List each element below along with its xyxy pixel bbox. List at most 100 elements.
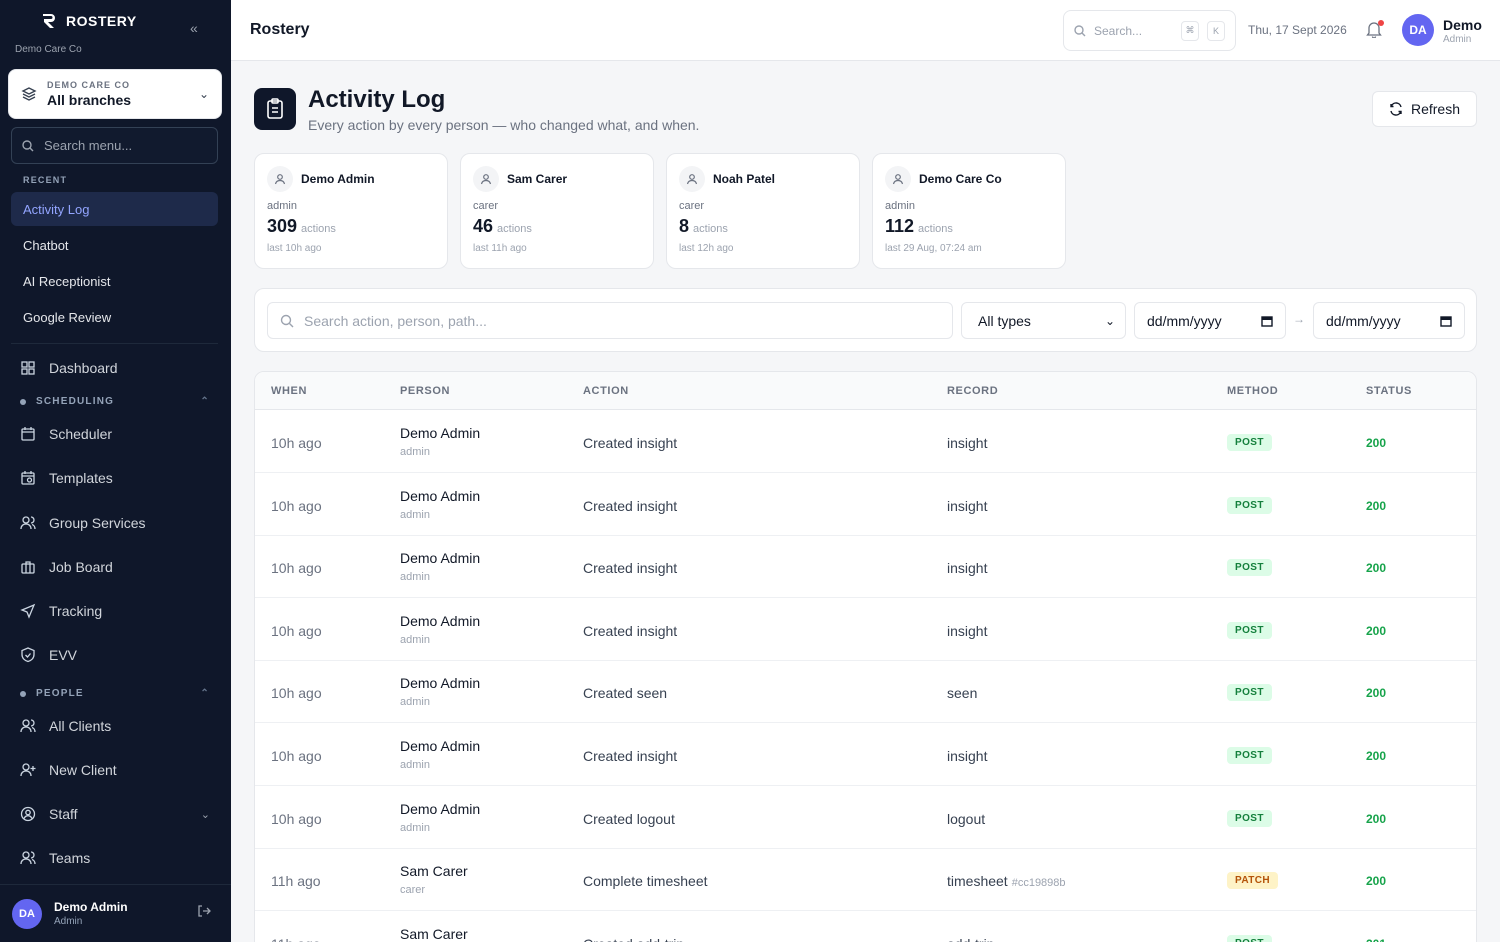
person-card-count: 46 [473, 216, 494, 236]
nav-new-client[interactable]: New Client [11, 752, 218, 788]
table-row[interactable]: 10h ago Demo Admin admin Created insight ins… [255, 410, 1476, 473]
table-header: WHEN PERSON ACTION RECORD METHOD STATUS [255, 372, 1476, 410]
status-code: 200 [1366, 623, 1387, 638]
kbd-cmd: ⌘ [1181, 20, 1199, 41]
row-action: Created insight [583, 435, 678, 451]
row-person: Demo Admin admin [400, 738, 480, 771]
page-subtitle: Every action by every person — who chang… [308, 117, 700, 133]
navigation-icon [19, 602, 37, 620]
nav-staff-label: Staff [49, 806, 78, 822]
menu-search-placeholder: Search menu... [44, 138, 133, 153]
column-header-record[interactable]: RECORD [947, 385, 998, 397]
row-person-role: carer [400, 884, 426, 897]
row-person-name: Sam Carer [400, 863, 468, 880]
notifications-button[interactable] [1366, 20, 1384, 43]
activity-search-input[interactable]: Search action, person, path... [267, 302, 953, 339]
table-row[interactable]: 10h ago Demo Admin admin Created insight ins… [255, 598, 1476, 661]
row-person-name: Sam Carer [400, 925, 468, 942]
chevron-down-icon: ⌄ [198, 87, 209, 101]
nav-group-services[interactable]: Group Services [11, 505, 218, 541]
row-record-name: add-trip [947, 936, 994, 942]
recent-item-ai-receptionist[interactable]: AI Receptionist [11, 264, 218, 298]
method-badge: POST [1227, 621, 1272, 639]
person-card[interactable]: Demo Admin admin 309 actions last 10h ago [254, 153, 448, 269]
person-card[interactable]: Demo Care Co admin 112 actions last 29 Au… [872, 153, 1066, 269]
table-row[interactable]: 10h ago Demo Admin admin Created insight ins… [255, 473, 1476, 536]
global-search-input[interactable]: Search... ⌘ K [1063, 10, 1236, 51]
table-row[interactable]: 11h ago Sam Carercarer Created add-trip add… [255, 911, 1476, 942]
nav-dashboard-label: Dashboard [49, 360, 118, 376]
users-icon [19, 717, 37, 735]
user-icon [679, 166, 705, 192]
people-group-header[interactable]: PEOPLE ⌃ [20, 688, 210, 699]
nav-dashboard[interactable]: Dashboard [11, 350, 218, 386]
sidebar-user[interactable]: DA Demo Admin Admin [0, 884, 231, 942]
row-record-name: insight [947, 622, 988, 639]
nav-teams[interactable]: Teams [11, 840, 218, 876]
user-circle-icon [19, 805, 37, 823]
column-header-status[interactable]: STATUS [1366, 385, 1412, 397]
recent-item-google-review[interactable]: Google Review [11, 300, 218, 334]
refresh-icon [1390, 102, 1402, 116]
status-code: 200 [1366, 561, 1387, 576]
user-menu[interactable]: Demo Admin [1443, 17, 1482, 45]
refresh-button[interactable]: Refresh [1372, 91, 1477, 127]
collapse-sidebar-icon[interactable]: « [190, 20, 198, 36]
calendar-icon [19, 425, 37, 443]
branch-org: DEMO CARE CO [47, 80, 131, 90]
column-header-when[interactable]: WHEN [271, 385, 307, 397]
sidebar-user-role: Admin [54, 916, 83, 927]
person-card-role: carer [473, 200, 499, 212]
logout-icon[interactable] [197, 904, 211, 923]
nav-templates[interactable]: Templates [11, 460, 218, 496]
table-row[interactable]: 10h ago Demo Admin admin Created seen seen PO… [255, 660, 1476, 724]
scheduling-group-header[interactable]: SCHEDULING ⌃ [20, 396, 210, 407]
column-header-person[interactable]: PERSON [400, 385, 450, 397]
row-action: Created add-trip [583, 936, 684, 942]
clipboard-icon [254, 88, 296, 130]
table-row[interactable]: 10h ago Demo Admin admin Created logout logo… [255, 786, 1476, 849]
avatar[interactable]: DA [1402, 14, 1434, 46]
table-row[interactable]: 10h ago Demo Admin admin Created insight ins… [255, 723, 1476, 786]
recent-item-chatbot[interactable]: Chatbot [11, 228, 218, 262]
person-card[interactable]: Noah Patel carer 8 actions last 12h ago [666, 153, 860, 269]
table-row[interactable]: 11h ago Sam Carer carer Complete timesheet t… [255, 848, 1476, 912]
date-to-input[interactable]: dd/mm/yyyy [1313, 302, 1465, 339]
recent-item-activity-log[interactable]: Activity Log [11, 192, 218, 226]
menu-search-input[interactable]: Search menu... [11, 127, 218, 164]
nav-staff[interactable]: Staff ⌄ [11, 796, 218, 832]
person-card-count: 8 [679, 216, 690, 236]
nav-job-board[interactable]: Job Board [11, 549, 218, 585]
branch-selector[interactable]: DEMO CARE CO All branches ⌄ [8, 69, 222, 119]
row-person: Demo Admin admin [400, 488, 480, 521]
row-person: Demo Admin admin [400, 675, 480, 708]
brand[interactable]: ROSTERY [40, 12, 137, 30]
person-card-name: Demo Admin [301, 172, 375, 186]
group-dot-icon [20, 398, 26, 405]
column-header-action[interactable]: ACTION [583, 385, 629, 397]
row-when: 10h ago [271, 685, 322, 702]
row-when: 10h ago [271, 748, 322, 764]
type-select[interactable]: All types ⌄ [961, 302, 1126, 339]
row-record: insight [947, 498, 991, 514]
app-title: Rostery [250, 21, 310, 38]
row-record: insight [947, 435, 991, 451]
nav-evv[interactable]: EVV [11, 637, 218, 673]
row-person-name: Demo Admin [400, 675, 481, 692]
person-card-role: carer [679, 200, 705, 212]
person-card[interactable]: Sam Carer carer 46 actions last 11h ago [460, 153, 654, 269]
date-from-input[interactable]: dd/mm/yyyy [1134, 302, 1286, 339]
row-record-name: insight [947, 748, 988, 764]
table-row[interactable]: 10h ago Demo Admin admin Created insight ins… [255, 535, 1476, 599]
column-header-method[interactable]: METHOD [1227, 385, 1278, 397]
row-person-name: Demo Admin [400, 738, 481, 754]
nav-scheduler[interactable]: Scheduler [11, 416, 218, 452]
row-person-role: admin [400, 821, 430, 834]
search-icon [280, 314, 294, 327]
nav-tracking[interactable]: Tracking [11, 593, 218, 629]
nav-all-clients[interactable]: All Clients [11, 708, 218, 744]
row-person: Demo Admin admin [400, 801, 480, 834]
activity-table: WHEN PERSON ACTION RECORD METHOD STATUS … [254, 371, 1477, 942]
person-card-name: Sam Carer [507, 172, 568, 186]
date-to-value: dd/mm/yyyy [1326, 312, 1401, 329]
